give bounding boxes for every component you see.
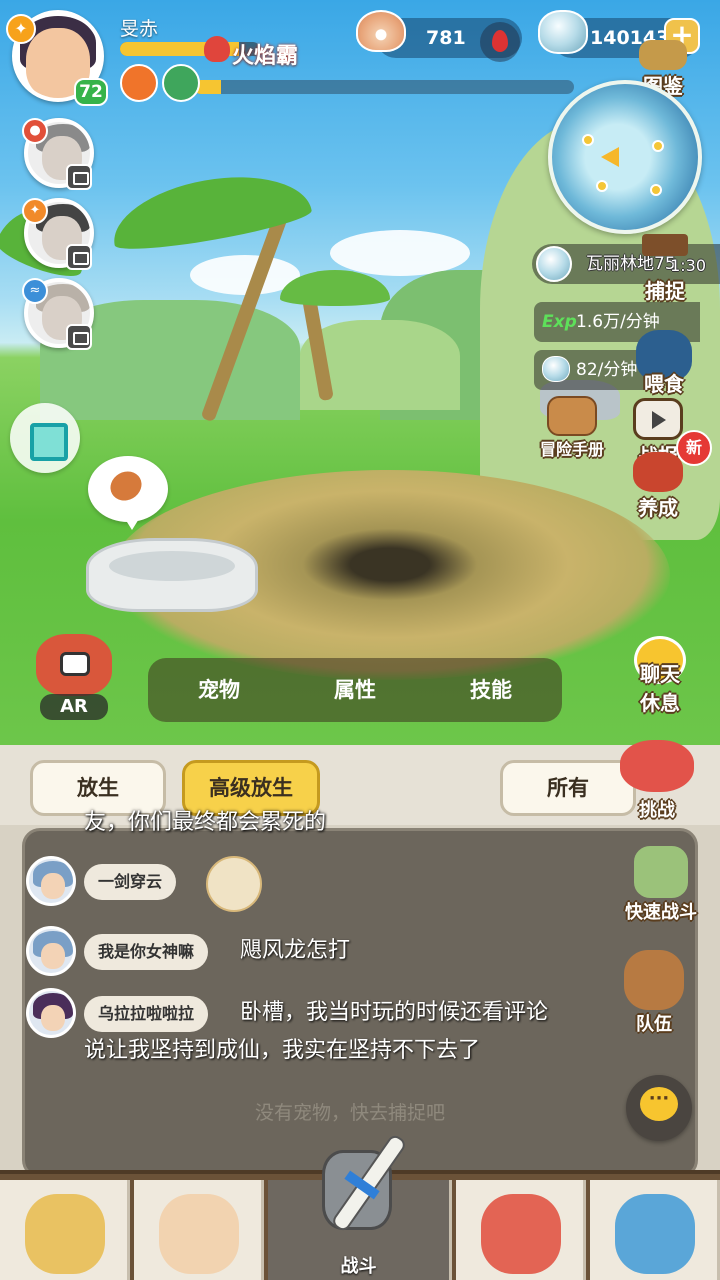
- chat-input-button[interactable]: [626, 1075, 692, 1141]
- atlas-book-icon: [639, 40, 687, 70]
- chat-text: 飓风龙怎打: [240, 938, 351, 963]
- portal-icon: [615, 1194, 695, 1274]
- tab-attributes[interactable]: 属性: [290, 664, 420, 716]
- chat-sender[interactable]: 我是你女神嘛: [84, 934, 209, 970]
- red-panda-icon: [633, 452, 683, 492]
- chat-rest-button[interactable]: 聊天 休息: [622, 636, 698, 716]
- nav-pets[interactable]: [456, 1180, 586, 1280]
- avatar[interactable]: [26, 926, 76, 976]
- fire-element-icon: [120, 64, 158, 102]
- chat-sender[interactable]: 一剑穿云: [84, 864, 177, 900]
- pearl-shell-icon: [356, 10, 408, 62]
- ar-camera-button[interactable]: AR: [28, 630, 120, 722]
- ar-label: AR: [40, 694, 108, 720]
- play-video-icon: [633, 398, 683, 440]
- switch-icon[interactable]: [66, 164, 92, 190]
- team-progress-bar: [194, 80, 574, 94]
- adventure-manual-button[interactable]: 冒险手册: [530, 396, 614, 460]
- gem-icon: [542, 356, 570, 382]
- switch-icon[interactable]: [66, 324, 92, 350]
- cube-view-button[interactable]: [10, 403, 80, 473]
- minimap[interactable]: [548, 80, 702, 234]
- food-bubble[interactable]: [88, 456, 168, 530]
- rank-icon: ✦: [6, 14, 36, 44]
- fire-element-icon: ●: [22, 118, 48, 144]
- player-level-badge: 72: [74, 78, 108, 106]
- avatar[interactable]: [26, 856, 76, 906]
- team-button[interactable]: 队伍: [616, 950, 692, 1036]
- gem-icon: [536, 246, 572, 282]
- pet-tabs: 宠物 属性 技能: [148, 658, 562, 722]
- capture-cage-icon: [642, 234, 688, 256]
- exp-label: Exp: [542, 312, 577, 332]
- feed-button[interactable]: 喂食: [622, 330, 706, 397]
- nav-character[interactable]: [134, 1180, 264, 1280]
- quick-battle-button[interactable]: 快速战斗: [616, 846, 706, 924]
- pearl-count: 781: [426, 27, 466, 49]
- tab-pet[interactable]: 宠物: [154, 664, 284, 716]
- bird-sticker: [206, 856, 262, 912]
- chat-overlay-line: 友，你们最终都会累死的: [84, 810, 327, 835]
- empty-pets-hint: 没有宠物，快去捕捉吧: [254, 1102, 445, 1124]
- chat-text: 卧槽，我当时玩的时候还看评论说让我坚持到成仙，我实在坚持不下去了: [84, 1000, 549, 1063]
- caveman-icon: [25, 1194, 105, 1274]
- red-dragon-icon: [620, 740, 694, 792]
- rank-title: 火焰霸: [232, 44, 299, 69]
- fire-element-icon: ✦: [22, 198, 48, 224]
- sword-shield-icon: [300, 1128, 420, 1258]
- player-name: 旻赤: [120, 18, 159, 40]
- grass-element-icon: [162, 64, 200, 102]
- red-dino-icon: [481, 1194, 561, 1274]
- water-element-icon: ≈: [22, 278, 48, 304]
- red-essence-icon: [480, 22, 520, 62]
- switch-icon[interactable]: [66, 244, 92, 270]
- meat-icon: [105, 465, 147, 507]
- tab-skills[interactable]: 技能: [426, 664, 556, 716]
- green-golem-icon: [634, 846, 688, 898]
- flame-rank-icon: [204, 36, 230, 62]
- avatar[interactable]: [26, 988, 76, 1038]
- nav-caveman[interactable]: [0, 1180, 130, 1280]
- food-bowl[interactable]: [86, 538, 258, 612]
- nurture-button[interactable]: 养成: [622, 452, 694, 521]
- challenge-button[interactable]: 挑战: [612, 740, 702, 822]
- fox-camera-icon: [36, 634, 112, 696]
- capture-button[interactable]: 1:30 捕捉: [624, 234, 706, 304]
- cavemen-icon: [624, 950, 684, 1010]
- character-icon: [159, 1194, 239, 1274]
- gem-icon: [538, 10, 590, 62]
- manual-book-icon: [547, 396, 597, 436]
- nav-portal[interactable]: [590, 1180, 720, 1280]
